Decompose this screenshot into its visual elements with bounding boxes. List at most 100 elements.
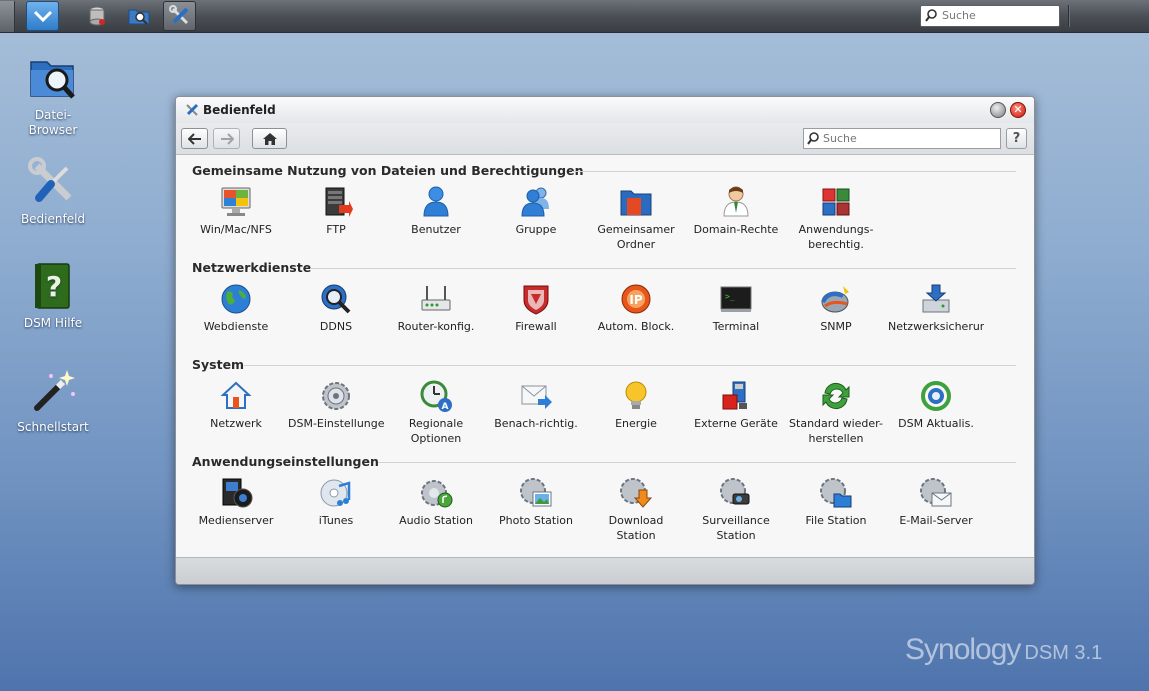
item-web-services[interactable]: Webdienste (188, 282, 284, 349)
section-divider (244, 365, 1016, 366)
item-label: Win/Mac/NFS (200, 223, 272, 236)
svg-text:A: A (442, 402, 449, 412)
storage-manager-button[interactable] (80, 1, 113, 31)
item-label: Anwendungs-berechtig. (798, 223, 874, 251)
item-network-backup[interactable]: Netzwerksicherur (888, 282, 984, 349)
taskbar: Suche (0, 0, 1149, 33)
item-label: Netzwerk (210, 417, 262, 430)
terminal-icon: >_ (720, 286, 752, 312)
desktop-icon-file-browser[interactable]: Datei- Browser (10, 52, 96, 138)
item-media-server[interactable]: Medienserver (188, 476, 284, 543)
item-app-privileges[interactable]: Anwendungs-berechtig. (788, 185, 884, 252)
control-panel-taskbar-button[interactable] (163, 1, 196, 31)
file-browser-icon (30, 61, 75, 99)
desktop-icon-label: Datei- Browser (28, 108, 78, 137)
desktop-icon-label: Bedienfeld (20, 212, 86, 226)
item-label: File Station (805, 514, 867, 527)
item-photo-station[interactable]: Photo Station (488, 476, 584, 543)
item-auto-block[interactable]: IP Autom. Block. (588, 282, 684, 349)
item-win-mac-nfs[interactable]: Win/Mac/NFS (188, 185, 284, 252)
file-station-icon (820, 478, 852, 508)
item-file-station[interactable]: File Station (788, 476, 884, 543)
item-router-config[interactable]: Router-konfig. (388, 282, 484, 349)
desktop-icon-quick-start[interactable]: Schnellstart (10, 364, 96, 435)
item-external-devices[interactable]: Externe Geräte (688, 379, 784, 446)
item-dsm-settings[interactable]: DSM-Einstellunge (288, 379, 384, 446)
item-label: Gruppe (515, 223, 557, 236)
window-search-input[interactable]: Suche (803, 128, 1001, 149)
arrow-left-icon (187, 132, 201, 145)
item-group[interactable]: Gruppe (488, 185, 584, 252)
item-itunes[interactable]: iTunes (288, 476, 384, 543)
item-label: DSM Aktualis. (898, 417, 974, 430)
control-panel-body: Gemeinsame Nutzung von Dateien und Berec… (176, 155, 1034, 557)
external-devices-icon (722, 381, 747, 410)
item-shared-folder[interactable]: Gemeinsamer Ordner (588, 185, 684, 252)
firewall-icon (523, 285, 549, 315)
section-divider (378, 462, 1016, 463)
section-title-system: System (192, 357, 245, 372)
item-terminal[interactable]: >_ Terminal (688, 282, 784, 349)
item-label: Medienserver (198, 514, 274, 527)
photo-station-icon (520, 478, 552, 507)
help-button[interactable]: ? (1006, 128, 1027, 149)
dsm-settings-icon (322, 382, 350, 410)
item-notification[interactable]: Benach-richtig. (488, 379, 584, 446)
item-label: E-Mail-Server (899, 514, 973, 527)
snmp-icon (821, 286, 849, 313)
desktop-icon-label: Schnellstart (17, 420, 89, 434)
item-mail-server[interactable]: E-Mail-Server (888, 476, 984, 543)
item-firewall[interactable]: Firewall (488, 282, 584, 349)
search-icon (925, 9, 937, 22)
section-title-network-services: Netzwerkdienste (192, 260, 312, 275)
taskbar-separator (1068, 5, 1070, 27)
energy-icon (625, 381, 647, 409)
item-energy[interactable]: Energie (588, 379, 684, 446)
item-label: Benach-richtig. (494, 417, 578, 430)
back-button[interactable] (181, 128, 208, 149)
desktop-icon-dsm-help[interactable]: ? DSM Hilfe (10, 260, 96, 331)
item-domain-rights[interactable]: Domain-Rechte (688, 185, 784, 252)
item-ddns[interactable]: DDNS (288, 282, 384, 349)
window-statusbar (176, 557, 1034, 584)
media-server-icon (222, 478, 253, 508)
desktop-icon-control-panel[interactable]: Bedienfeld (10, 156, 96, 227)
item-download-station[interactable]: Download Station (588, 476, 684, 543)
taskbar-search-placeholder: Suche (942, 9, 976, 22)
item-ftp[interactable]: FTP (288, 185, 384, 252)
surveillance-station-icon (720, 478, 750, 505)
item-dsm-update[interactable]: DSM Aktualis. (888, 379, 984, 446)
window-title: Bedienfeld (203, 103, 276, 117)
item-audio-station[interactable]: Audio Station (388, 476, 484, 543)
item-snmp[interactable]: SNMP (788, 282, 884, 349)
svg-text:?: ? (46, 270, 62, 303)
chevron-down-icon (33, 10, 52, 23)
tools-icon (168, 5, 188, 25)
item-user[interactable]: Benutzer (388, 185, 484, 252)
window-titlebar[interactable]: Bedienfeld ✕ (176, 97, 1034, 123)
ddns-icon (321, 284, 351, 314)
user-icon (423, 186, 449, 217)
item-label: Terminal (712, 320, 760, 333)
taskbar-grip[interactable] (0, 1, 15, 32)
item-label: Webdienste (203, 320, 269, 333)
item-surveillance-station[interactable]: Surveillance Station (688, 476, 784, 543)
close-button[interactable]: ✕ (1010, 102, 1026, 118)
main-menu-button[interactable] (26, 1, 59, 31)
forward-button[interactable] (213, 128, 240, 149)
file-browser-taskbar-button[interactable] (122, 1, 155, 31)
control-panel-icon (28, 157, 72, 202)
home-button[interactable] (252, 128, 287, 149)
item-regional-options[interactable]: A Regionale Optionen (388, 379, 484, 446)
shared-folder-icon (620, 190, 652, 216)
taskbar-search-input[interactable]: Suche (920, 5, 1060, 27)
control-panel-window: Bedienfeld ✕ Suche ? Gemeinsame Nutzung … (175, 96, 1035, 585)
item-restore-defaults[interactable]: Standard wieder-herstellen (788, 379, 884, 446)
item-label: Download Station (608, 514, 664, 542)
minimize-button[interactable] (990, 102, 1006, 118)
network-icon (220, 381, 252, 409)
item-label: Audio Station (399, 514, 473, 527)
item-network[interactable]: Netzwerk (188, 379, 284, 446)
regional-options-icon: A (420, 380, 452, 412)
item-label: DDNS (319, 320, 353, 333)
